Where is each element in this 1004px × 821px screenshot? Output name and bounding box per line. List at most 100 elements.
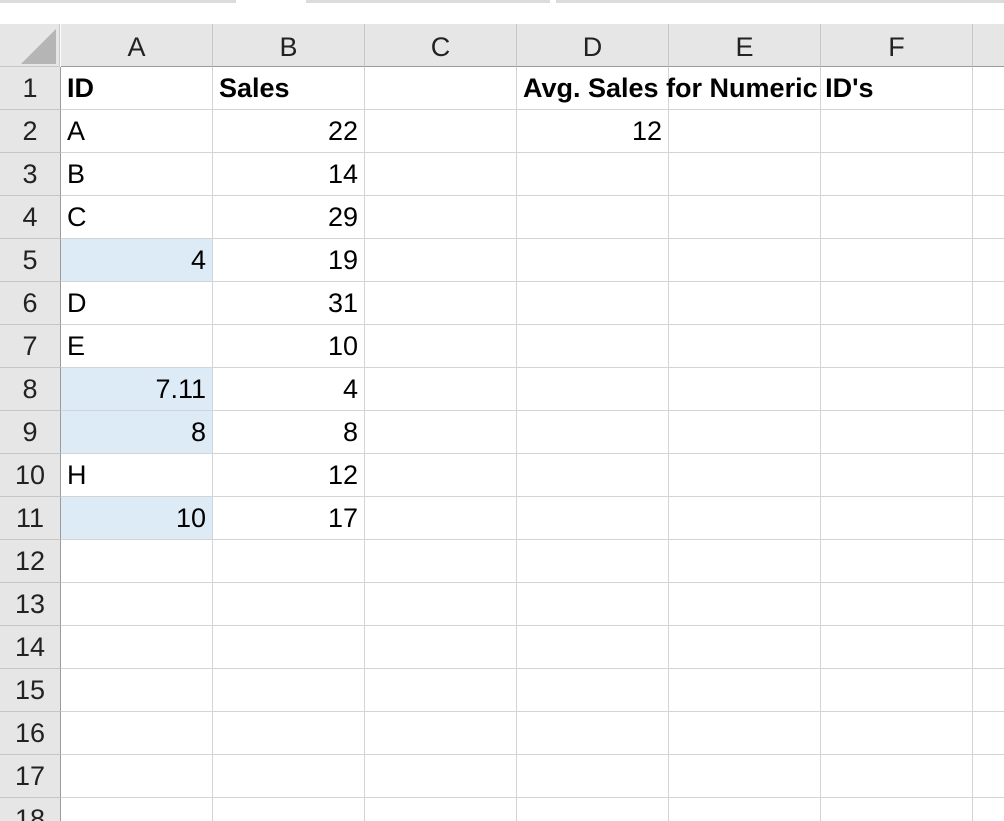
cell-f6[interactable]: [821, 282, 973, 325]
cell-e15[interactable]: [669, 669, 821, 712]
cell-a3[interactable]: B: [61, 153, 213, 196]
cell-stub9[interactable]: [973, 411, 1004, 454]
row-header-11[interactable]: 11: [0, 497, 61, 540]
cell-d15[interactable]: [517, 669, 669, 712]
cell-e5[interactable]: [669, 239, 821, 282]
cell-b18[interactable]: [213, 798, 365, 821]
cell-f13[interactable]: [821, 583, 973, 626]
cell-stub3[interactable]: [973, 153, 1004, 196]
cell-c11[interactable]: [365, 497, 517, 540]
cell-b8[interactable]: 4: [213, 368, 365, 411]
cell-b15[interactable]: [213, 669, 365, 712]
row-header-18[interactable]: 18: [0, 798, 61, 821]
cell-b1[interactable]: Sales: [213, 67, 365, 110]
cell-stub16[interactable]: [973, 712, 1004, 755]
cell-stub14[interactable]: [973, 626, 1004, 669]
cell-a18[interactable]: [61, 798, 213, 821]
cell-stub10[interactable]: [973, 454, 1004, 497]
row-header-6[interactable]: 6: [0, 282, 61, 325]
cell-stub1[interactable]: [973, 67, 1004, 110]
cell-a14[interactable]: [61, 626, 213, 669]
row-header-10[interactable]: 10: [0, 454, 61, 497]
cell-a1[interactable]: ID: [61, 67, 213, 110]
cell-e6[interactable]: [669, 282, 821, 325]
cell-e17[interactable]: [669, 755, 821, 798]
cell-c8[interactable]: [365, 368, 517, 411]
cell-a10[interactable]: H: [61, 454, 213, 497]
cell-e10[interactable]: [669, 454, 821, 497]
cell-a13[interactable]: [61, 583, 213, 626]
cell-a7[interactable]: E: [61, 325, 213, 368]
cell-d12[interactable]: [517, 540, 669, 583]
cell-a11[interactable]: 10: [61, 497, 213, 540]
column-header-c[interactable]: C: [365, 24, 517, 67]
cell-c12[interactable]: [365, 540, 517, 583]
cell-stub15[interactable]: [973, 669, 1004, 712]
cell-c3[interactable]: [365, 153, 517, 196]
cell-stub8[interactable]: [973, 368, 1004, 411]
row-header-4[interactable]: 4: [0, 196, 61, 239]
cell-c16[interactable]: [365, 712, 517, 755]
cell-d6[interactable]: [517, 282, 669, 325]
cell-a16[interactable]: [61, 712, 213, 755]
row-header-14[interactable]: 14: [0, 626, 61, 669]
cell-a15[interactable]: [61, 669, 213, 712]
cell-e3[interactable]: [669, 153, 821, 196]
cell-b5[interactable]: 19: [213, 239, 365, 282]
cell-e18[interactable]: [669, 798, 821, 821]
cell-d18[interactable]: [517, 798, 669, 821]
cell-d3[interactable]: [517, 153, 669, 196]
cell-e14[interactable]: [669, 626, 821, 669]
cell-stub5[interactable]: [973, 239, 1004, 282]
cell-d16[interactable]: [517, 712, 669, 755]
cell-b2[interactable]: 22: [213, 110, 365, 153]
cell-stub18[interactable]: [973, 798, 1004, 821]
cell-e9[interactable]: [669, 411, 821, 454]
row-header-8[interactable]: 8: [0, 368, 61, 411]
cell-f14[interactable]: [821, 626, 973, 669]
row-header-7[interactable]: 7: [0, 325, 61, 368]
cell-stub12[interactable]: [973, 540, 1004, 583]
row-header-9[interactable]: 9: [0, 411, 61, 454]
cell-stub7[interactable]: [973, 325, 1004, 368]
cell-a17[interactable]: [61, 755, 213, 798]
cell-e12[interactable]: [669, 540, 821, 583]
row-header-1[interactable]: 1: [0, 67, 61, 110]
cell-b12[interactable]: [213, 540, 365, 583]
cell-c18[interactable]: [365, 798, 517, 821]
cell-c7[interactable]: [365, 325, 517, 368]
cell-f10[interactable]: [821, 454, 973, 497]
cell-b10[interactable]: 12: [213, 454, 365, 497]
cell-f17[interactable]: [821, 755, 973, 798]
cell-a2[interactable]: A: [61, 110, 213, 153]
cell-c4[interactable]: [365, 196, 517, 239]
cell-b7[interactable]: 10: [213, 325, 365, 368]
row-header-15[interactable]: 15: [0, 669, 61, 712]
cell-e4[interactable]: [669, 196, 821, 239]
cell-e8[interactable]: [669, 368, 821, 411]
cell-a5[interactable]: 4: [61, 239, 213, 282]
cell-stub13[interactable]: [973, 583, 1004, 626]
column-header-e[interactable]: E: [669, 24, 821, 67]
cell-f16[interactable]: [821, 712, 973, 755]
cell-f4[interactable]: [821, 196, 973, 239]
cell-e13[interactable]: [669, 583, 821, 626]
cell-c10[interactable]: [365, 454, 517, 497]
cell-f2[interactable]: [821, 110, 973, 153]
column-header-a[interactable]: A: [61, 24, 213, 67]
cell-c14[interactable]: [365, 626, 517, 669]
cell-d10[interactable]: [517, 454, 669, 497]
cell-a8[interactable]: 7.11: [61, 368, 213, 411]
cell-c13[interactable]: [365, 583, 517, 626]
row-header-2[interactable]: 2: [0, 110, 61, 153]
cell-a12[interactable]: [61, 540, 213, 583]
cell-f9[interactable]: [821, 411, 973, 454]
cell-a9[interactable]: 8: [61, 411, 213, 454]
cell-f3[interactable]: [821, 153, 973, 196]
row-header-16[interactable]: 16: [0, 712, 61, 755]
row-header-17[interactable]: 17: [0, 755, 61, 798]
cell-d17[interactable]: [517, 755, 669, 798]
cell-a4[interactable]: C: [61, 196, 213, 239]
cell-a6[interactable]: D: [61, 282, 213, 325]
cell-d5[interactable]: [517, 239, 669, 282]
